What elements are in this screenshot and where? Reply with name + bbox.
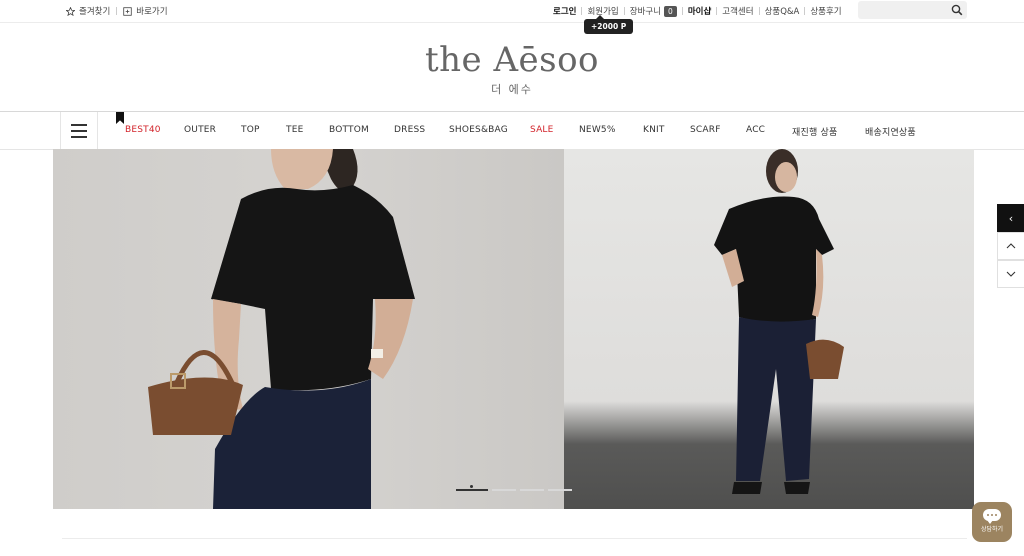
nav-item-new[interactable]: NEW5%	[579, 125, 616, 135]
cart-label: 장바구니	[629, 7, 662, 17]
scroll-top-button[interactable]	[997, 232, 1024, 260]
shortcut-label: 바로가기	[136, 7, 168, 17]
model-photo-closeup	[148, 149, 415, 509]
chat-label: 상담하기	[980, 526, 1004, 533]
search-box	[858, 1, 967, 19]
search-input[interactable]	[858, 1, 958, 19]
star-icon	[66, 6, 75, 16]
section-divider	[62, 538, 967, 539]
banner-photo-left	[53, 149, 564, 509]
bookmark-ribbon-icon	[116, 112, 124, 124]
menu-line	[71, 136, 87, 138]
shortcut-icon	[123, 6, 132, 16]
nav-item-outer[interactable]: OUTER	[184, 125, 216, 135]
slider-dot[interactable]	[548, 489, 572, 491]
review-link[interactable]: 상품후기	[810, 5, 841, 17]
divider	[681, 7, 683, 15]
chevron-down-icon	[1006, 271, 1016, 277]
menu-line	[71, 130, 87, 132]
nav-item-sale[interactable]: SALE	[530, 125, 554, 135]
bookmark-link[interactable]: 즐겨찾기	[66, 5, 110, 17]
nav-item-best40[interactable]: BEST40	[125, 125, 161, 135]
side-panel-open-button[interactable]: ‹	[997, 204, 1024, 232]
site-logo[interactable]: the Aēsoo 더 에수	[0, 40, 1024, 97]
divider	[804, 7, 806, 15]
chat-consult-button[interactable]: 상담하기	[972, 502, 1012, 542]
nav-item-knit[interactable]: KNIT	[643, 125, 665, 135]
nav-item-top[interactable]: TOP	[241, 125, 260, 135]
divider	[116, 7, 118, 15]
banner-photo-right	[564, 149, 974, 509]
points-tooltip: +2000 P	[584, 15, 634, 34]
slider-dot[interactable]	[492, 489, 516, 491]
logo-subtext: 더 에수	[491, 83, 533, 96]
model-photo-fullbody	[714, 149, 844, 494]
divider	[716, 7, 718, 15]
cs-center-link[interactable]: 고객센터	[722, 5, 753, 17]
side-quick-controls: ‹	[997, 204, 1024, 288]
cart-link[interactable]: 장바구니 0	[630, 5, 677, 17]
menu-line	[71, 124, 87, 126]
nav-item-tee[interactable]: TEE	[286, 125, 303, 135]
divider	[758, 7, 760, 15]
hamburger-menu-button[interactable]	[60, 112, 98, 149]
divider	[581, 7, 583, 15]
logo-text: the Aēsoo	[424, 40, 600, 80]
mypage-link[interactable]: 마이샵	[688, 5, 711, 17]
login-link[interactable]: 로그인	[553, 5, 576, 17]
nav-item-scarf[interactable]: SCARF	[690, 125, 721, 135]
top-utility-bar: 즐겨찾기 바로가기 로그인 회원가입 장바구니 0 마이샵 고객센터 상품Q&A …	[0, 0, 1024, 23]
scroll-bottom-button[interactable]	[997, 260, 1024, 288]
nav-item-delayed[interactable]: 배송지연상품	[865, 125, 916, 138]
main-banner-slider[interactable]	[53, 149, 974, 509]
nav-item-acc[interactable]: ACC	[746, 125, 765, 135]
nav-item-bottom[interactable]: BOTTOM	[329, 125, 369, 135]
bookmark-label: 즐겨찾기	[79, 7, 111, 17]
chevron-left-icon: ‹	[1008, 211, 1014, 225]
slider-pagination	[456, 485, 572, 491]
chevron-up-icon	[1006, 243, 1016, 249]
nav-item-restock[interactable]: 재진행 상품	[792, 125, 837, 138]
nav-item-shoes-bag[interactable]: SHOES&BAG	[449, 125, 508, 135]
chat-bubble-icon	[983, 509, 1001, 524]
divider	[623, 7, 625, 15]
slider-dot[interactable]	[520, 489, 544, 491]
main-navigation: BEST40 OUTER TOP TEE BOTTOM DRESS SHOES&…	[0, 111, 1024, 150]
cart-count-badge: 0	[664, 6, 677, 17]
shortcut-link[interactable]: 바로가기	[123, 5, 168, 17]
nav-item-dress[interactable]: DRESS	[394, 125, 425, 135]
search-icon[interactable]	[951, 4, 963, 16]
slider-dot-active[interactable]	[456, 485, 488, 491]
qna-link[interactable]: 상품Q&A	[765, 5, 800, 17]
